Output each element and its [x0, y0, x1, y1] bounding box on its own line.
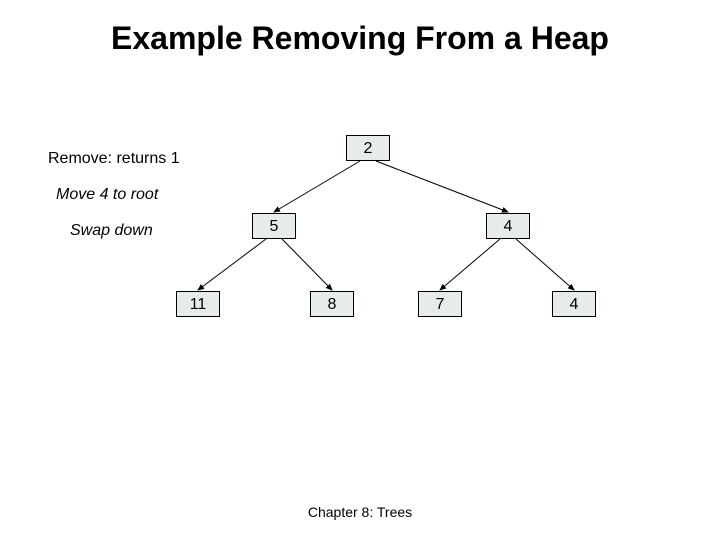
tree-node-lr: 8	[310, 291, 354, 317]
tree-node-rr: 4	[552, 291, 596, 317]
tree-node-ll: 11	[176, 291, 220, 317]
tree-node-root: 2	[346, 135, 390, 161]
slide-title: Example Removing From a Heap	[0, 20, 720, 57]
slide-footer: Chapter 8: Trees	[0, 504, 720, 520]
tree-node-l: 5	[252, 213, 296, 239]
tree-edges	[0, 0, 720, 540]
caption-swap: Swap down	[70, 222, 153, 240]
tree-node-r: 4	[486, 213, 530, 239]
tree-node-rl: 7	[418, 291, 462, 317]
caption-remove: Remove: returns 1	[48, 150, 180, 168]
caption-move: Move 4 to root	[56, 186, 158, 204]
